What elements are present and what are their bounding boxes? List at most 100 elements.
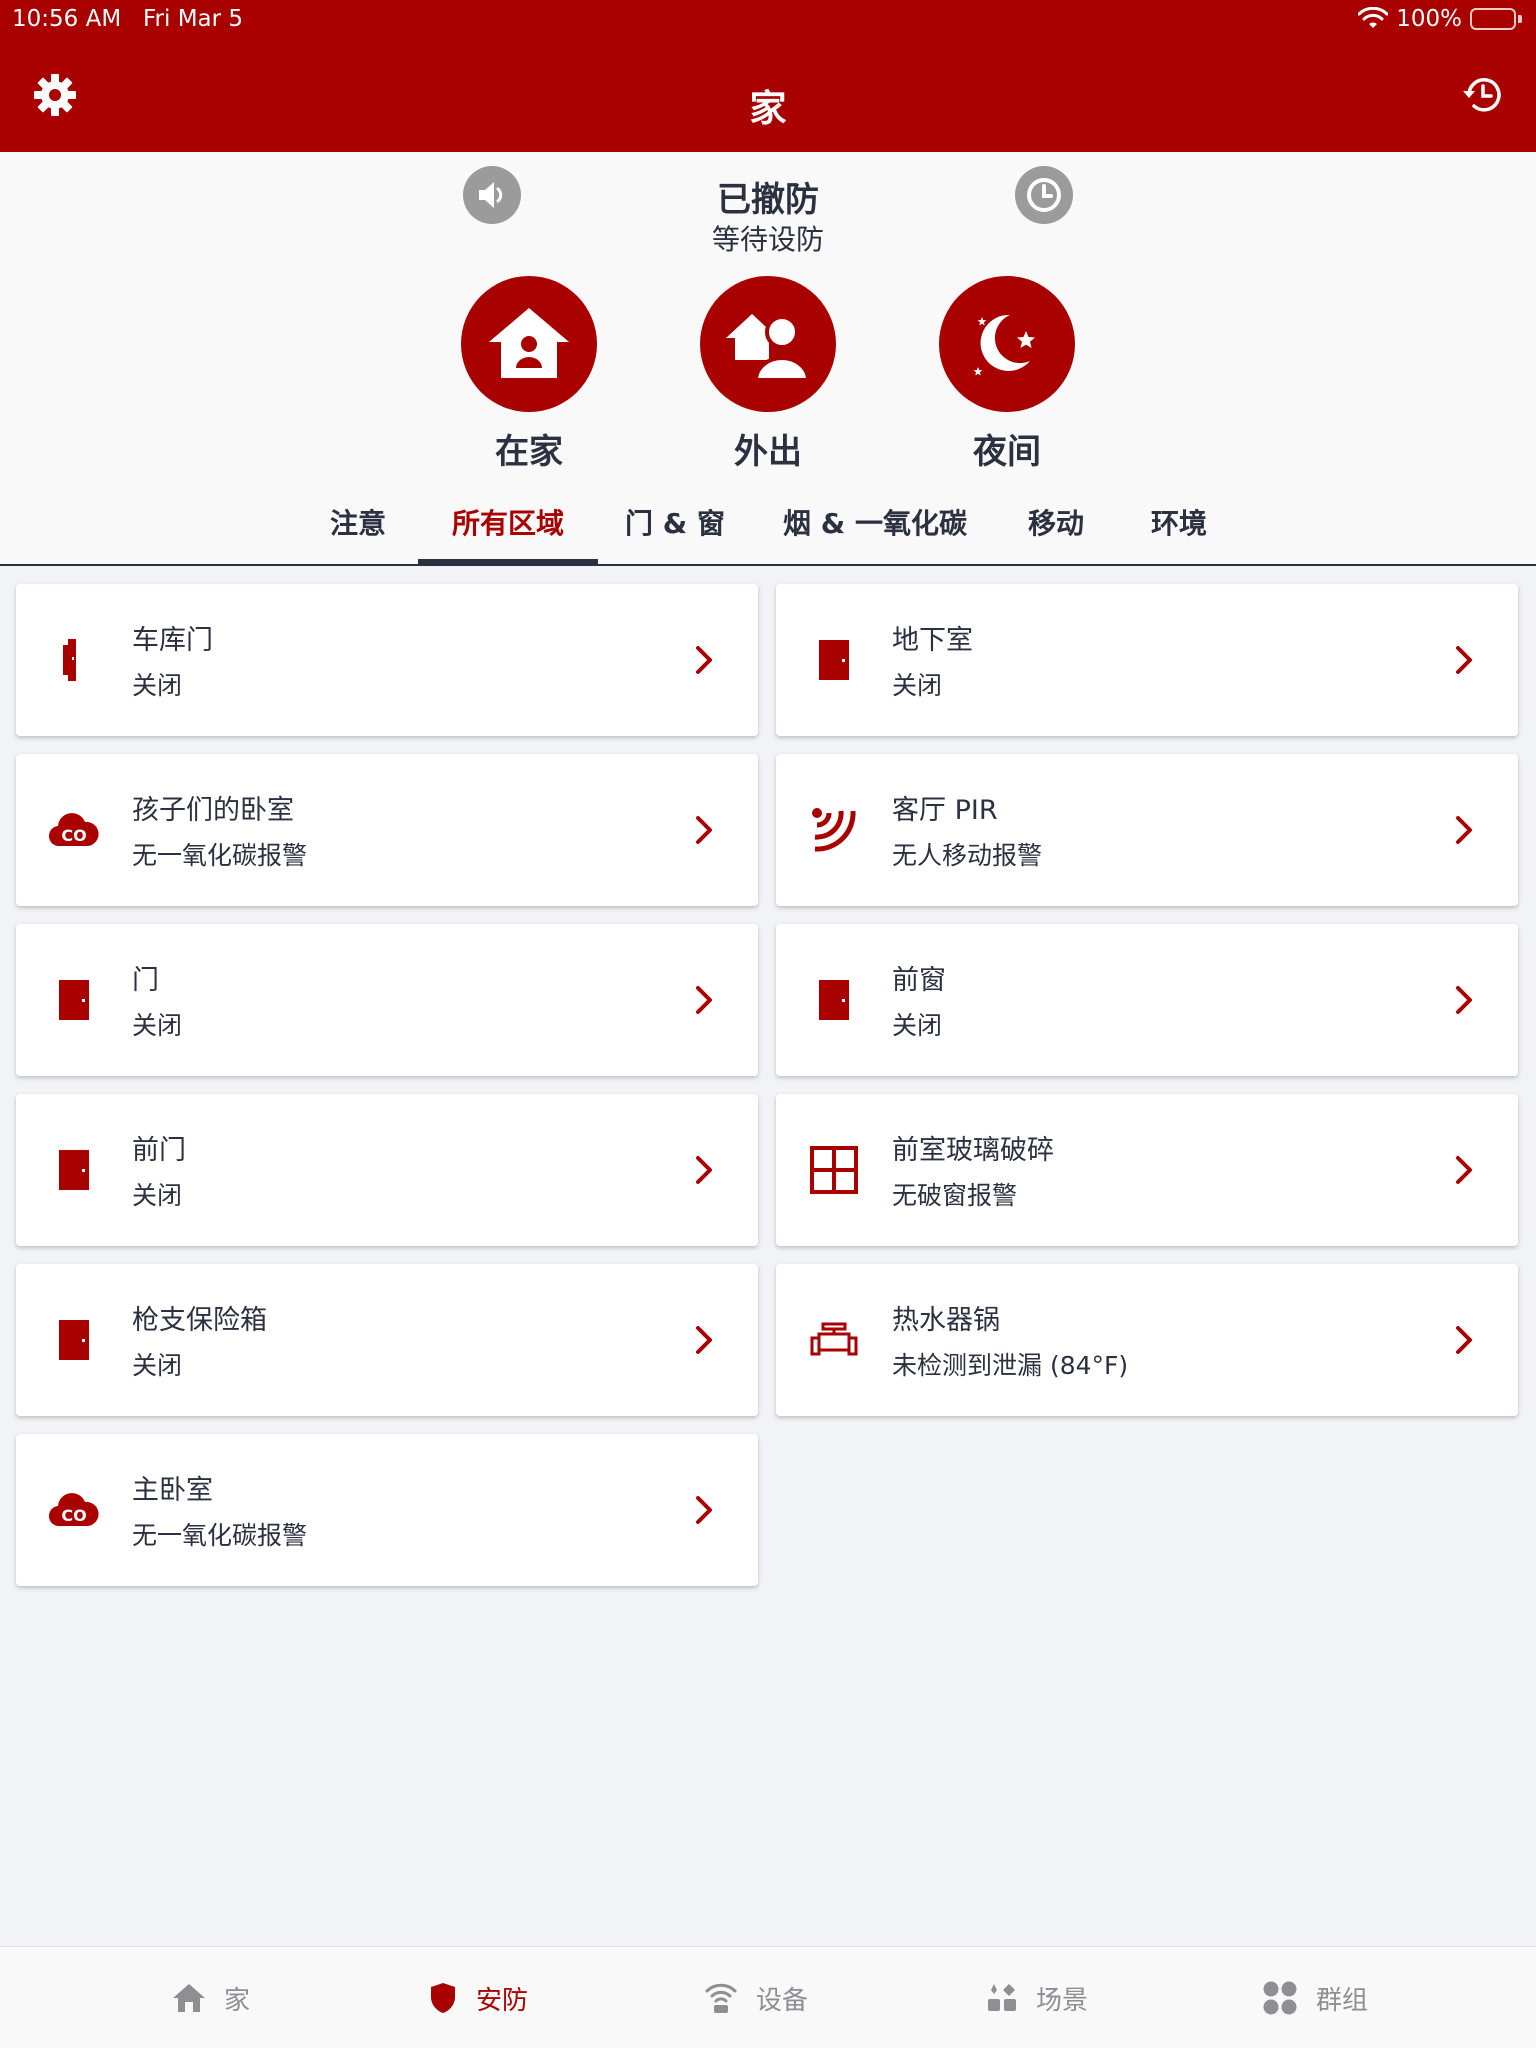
chevron-right-icon	[696, 986, 712, 1014]
chevron-right-icon	[696, 816, 712, 844]
nav-groups-label: 群组	[1316, 1985, 1369, 2016]
security-panel: 已撤防 等待设防 在家 外出 夜间 注意 所有区域 门 & 窗 烟 & 一氧化碳…	[0, 152, 1536, 566]
chevron-right-icon	[1456, 986, 1472, 1014]
nav-scenes[interactable]: 场景	[986, 1947, 1088, 2048]
tab-attention[interactable]: 注意	[314, 492, 402, 564]
status-bar: 10:56 AM Fri Mar 5 100%	[0, 0, 1536, 40]
moon-star-icon	[973, 314, 1035, 376]
zone-title: 客厅 PIR	[892, 795, 998, 826]
tab-all-zones[interactable]: 所有区域	[418, 492, 598, 564]
zone-card-front-door[interactable]: 前门 关闭	[16, 1094, 758, 1246]
nav-scenes-label: 场景	[1036, 1985, 1089, 2016]
door-icon	[59, 1320, 89, 1360]
mode-stay-label: 在家	[495, 432, 563, 472]
zone-title: 前室玻璃破碎	[892, 1135, 1054, 1166]
motion-icon	[812, 808, 856, 852]
mode-away-label: 外出	[734, 432, 802, 472]
zone-title: 孩子们的卧室	[132, 795, 294, 826]
zone-title: 前窗	[892, 965, 946, 996]
chevron-right-icon	[696, 1496, 712, 1524]
scenes-icon	[988, 1984, 1016, 2011]
mode-away-button[interactable]: 外出	[698, 276, 838, 473]
nav-security-label: 安防	[476, 1985, 529, 2016]
status-indicators: 100%	[1358, 6, 1522, 32]
co-icon: CO	[48, 1493, 99, 1527]
zone-card-gun-safe[interactable]: 枪支保险箱 关闭	[16, 1264, 758, 1416]
home-icon	[173, 1984, 205, 2012]
status-time: 10:56 AM	[12, 6, 122, 32]
zone-status: 无人移动报警	[892, 841, 1043, 870]
zone-status: 关闭	[132, 1181, 183, 1210]
nav-groups[interactable]: 群组	[1262, 1947, 1368, 2048]
chevron-right-icon	[1456, 646, 1472, 674]
garage-door-icon	[63, 639, 76, 681]
chevron-right-icon	[696, 1326, 712, 1354]
glass-break-icon	[810, 1146, 858, 1194]
mode-night-button[interactable]: 夜间	[937, 276, 1077, 473]
zone-title: 热水器锅	[892, 1305, 1000, 1336]
zone-card-front-window[interactable]: 前窗 关闭	[776, 924, 1518, 1076]
zone-card-basement[interactable]: 地下室 关闭	[776, 584, 1518, 736]
door-icon	[59, 980, 89, 1020]
zone-title: 地下室	[892, 625, 973, 656]
door-icon	[819, 640, 849, 680]
zone-status: 未检测到泄漏 (84°F)	[892, 1351, 1129, 1380]
nav-security[interactable]: 安防	[428, 1947, 528, 2048]
house-away-icon	[726, 314, 811, 382]
arm-state-title: 已撤防	[717, 180, 819, 220]
nav-devices[interactable]: 设备	[704, 1947, 808, 2048]
zone-status: 无破窗报警	[892, 1181, 1018, 1210]
tab-smoke-co[interactable]: 烟 & 一氧化碳	[780, 492, 970, 564]
zone-status: 关闭	[132, 1011, 183, 1040]
chevron-right-icon	[696, 1156, 712, 1184]
zone-title: 前门	[132, 1135, 186, 1166]
door-icon	[819, 980, 849, 1020]
tab-environment[interactable]: 环境	[1138, 492, 1220, 564]
arm-state-subtitle: 等待设防	[711, 223, 824, 256]
zone-card-door[interactable]: 门 关闭	[16, 924, 758, 1076]
status-date: Fri Mar 5	[143, 6, 244, 32]
groups-icon	[1263, 1981, 1297, 2015]
bottom-tab-bar: 家 安防 设备 场景 群组	[0, 1946, 1536, 2048]
zone-status: 关闭	[132, 671, 183, 700]
battery-icon	[1470, 7, 1522, 31]
house-person-icon	[489, 308, 569, 378]
page-title: 家	[749, 87, 787, 130]
zone-status: 无一氧化碳报警	[132, 1521, 308, 1550]
mode-stay-button[interactable]: 在家	[459, 276, 599, 473]
battery-percent: 100%	[1396, 6, 1462, 32]
zone-title: 车库门	[132, 625, 213, 656]
zone-card-kids-bedroom[interactable]: CO 孩子们的卧室 无一氧化碳报警	[16, 754, 758, 906]
chevron-right-icon	[1456, 1326, 1472, 1354]
chevron-right-icon	[696, 646, 712, 674]
svg-text:CO: CO	[61, 826, 86, 845]
zone-card-glass-break[interactable]: 前室玻璃破碎 无破窗报警	[776, 1094, 1518, 1246]
zone-card-living-room-pir[interactable]: 客厅 PIR 无人移动报警	[776, 754, 1518, 906]
zone-title: 枪支保险箱	[132, 1305, 267, 1336]
door-icon	[59, 1150, 89, 1190]
nav-home[interactable]: 家	[172, 1947, 250, 2048]
zone-title: 门	[132, 965, 159, 996]
zone-card-master-bedroom[interactable]: CO 主卧室 无一氧化碳报警	[16, 1434, 758, 1586]
zone-status: 关闭	[132, 1351, 183, 1380]
tab-doors-windows[interactable]: 门 & 窗	[620, 492, 730, 564]
app-header: 10:56 AM Fri Mar 5 100% 家	[0, 0, 1536, 152]
zone-filter-tabs: 注意 所有区域 门 & 窗 烟 & 一氧化碳 移动 环境	[0, 492, 1536, 566]
zone-status: 关闭	[892, 671, 943, 700]
water-leak-icon	[810, 1322, 858, 1356]
history-icon[interactable]	[1460, 72, 1506, 118]
wifi-device-icon	[705, 1983, 737, 2013]
zone-title: 主卧室	[132, 1475, 213, 1506]
zone-status: 无一氧化碳报警	[132, 841, 308, 870]
chevron-right-icon	[1456, 1156, 1472, 1184]
zone-card-garage-door[interactable]: 车库门 关闭	[16, 584, 758, 736]
wifi-icon	[1358, 7, 1389, 28]
shield-icon	[431, 1983, 455, 2013]
nav-devices-label: 设备	[756, 1985, 809, 2016]
mode-night-label: 夜间	[973, 432, 1041, 472]
chevron-right-icon	[1456, 816, 1472, 844]
co-icon: CO	[48, 813, 99, 847]
zone-card-water-heater[interactable]: 热水器锅 未检测到泄漏 (84°F)	[776, 1264, 1518, 1416]
tab-motion[interactable]: 移动	[1020, 492, 1092, 564]
svg-text:CO: CO	[61, 1506, 86, 1525]
